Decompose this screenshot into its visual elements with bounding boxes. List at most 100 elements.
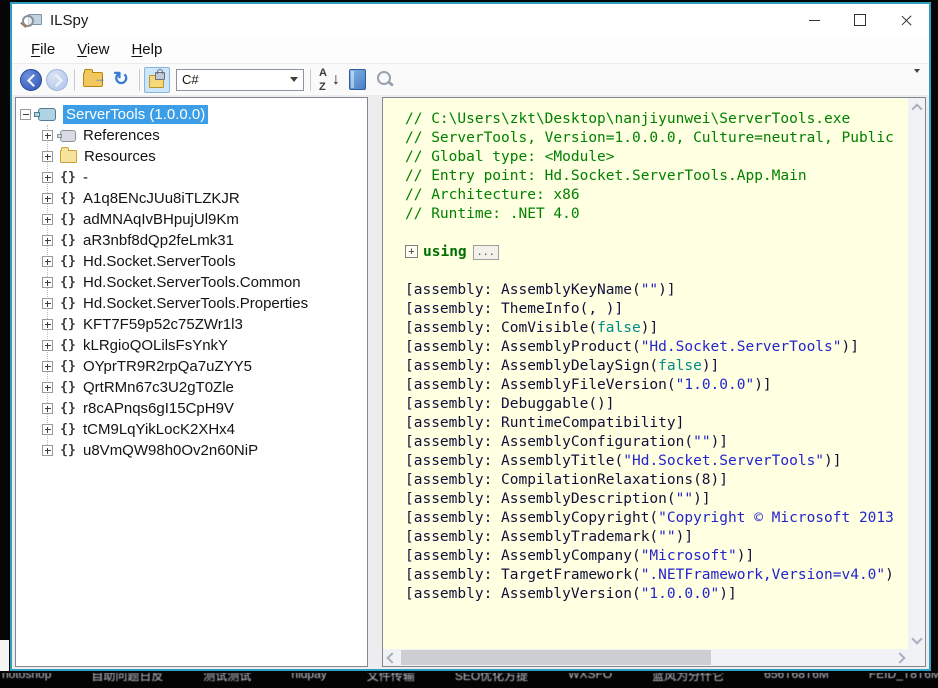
fold-expand-icon[interactable]: + — [405, 245, 418, 258]
tree-item[interactable]: {} aR3nbf8dQp2feLmk31 — [16, 230, 367, 251]
code-line: [assembly: AssemblyTrademark("")] — [405, 529, 694, 545]
menu-help[interactable]: Help — [120, 41, 173, 58]
vertical-scrollbar[interactable] — [908, 98, 925, 649]
tree-item-label[interactable]: References — [83, 127, 160, 144]
menu-file[interactable]: File — [20, 41, 66, 58]
lock-icon — [155, 68, 165, 80]
expand-icon[interactable] — [42, 193, 53, 204]
tree-item-label[interactable]: QrtRMn67c3U2gT0Zle — [83, 379, 234, 396]
forward-button[interactable] — [46, 68, 68, 91]
tree-item-label[interactable]: tCM9LqYikLocK2XHx4 — [83, 421, 235, 438]
tree-item[interactable]: {} r8cAPnqs6gI15CpH9V — [16, 398, 367, 419]
tree-item-label[interactable]: r8cAPnqs6gI15CpH9V — [83, 400, 234, 417]
tree-item[interactable]: {} QrtRMn67c3U2gT0Zle — [16, 377, 367, 398]
tree-item[interactable]: {} - — [16, 167, 367, 188]
assembly-icon — [34, 108, 56, 121]
tree-item[interactable]: References — [16, 125, 367, 146]
code-line: [assembly: AssemblyDelaySign(false)] — [405, 358, 720, 374]
ns-icon: {} — [60, 358, 76, 374]
tree-item[interactable]: {} Hd.Socket.ServerTools.Common — [16, 272, 367, 293]
code-line: [assembly: Debuggable()] — [405, 396, 615, 412]
wordwrap-button[interactable] — [344, 68, 370, 92]
expand-icon[interactable] — [42, 298, 53, 309]
code-line: [assembly: AssemblyTitle("Hd.Socket.Serv… — [405, 453, 842, 469]
open-file-button[interactable]: → — [80, 68, 106, 92]
expand-icon[interactable] — [42, 277, 53, 288]
expand-icon[interactable] — [42, 256, 53, 267]
taskbar-text-fragment: hotoshop — [2, 673, 52, 681]
scroll-down-button[interactable] — [908, 630, 925, 647]
close-button[interactable] — [883, 4, 929, 36]
tree-item-label[interactable]: Hd.Socket.ServerTools.Common — [83, 274, 301, 291]
tree-item-label[interactable]: Hd.Socket.ServerTools — [83, 253, 236, 270]
tree-item[interactable]: {} adMNAqIvBHpujUl9Km — [16, 209, 367, 230]
back-button[interactable] — [20, 68, 42, 91]
back-arrow-icon — [27, 73, 40, 87]
tree-item-label[interactable]: A1q8ENcJUu8iTLZKJR — [83, 190, 240, 207]
chevron-right-icon — [893, 651, 906, 664]
code-line: [assembly: AssemblyKeyName("")] — [405, 282, 676, 298]
expand-icon[interactable] — [42, 382, 53, 393]
maximize-button[interactable] — [837, 4, 883, 36]
tree-item[interactable]: Resources — [16, 146, 367, 167]
tree-item-label[interactable]: OYprTR9R2rpQa7uZYY5 — [83, 358, 252, 375]
scroll-left-button[interactable] — [383, 649, 400, 666]
scroll-up-button[interactable] — [908, 100, 925, 117]
collapse-icon[interactable] — [20, 109, 31, 120]
tree-item-label[interactable]: Hd.Socket.ServerTools.Properties — [83, 295, 308, 312]
tree-item[interactable]: {} A1q8ENcJUu8iTLZKJR — [16, 188, 367, 209]
sort-assemblies-button[interactable]: A Z ↓ — [316, 66, 342, 93]
tree-item[interactable]: {} Hd.Socket.ServerTools.Properties — [16, 293, 367, 314]
code-line: // Architecture: x86 — [405, 187, 580, 203]
minimize-button[interactable] — [791, 4, 837, 36]
expand-icon[interactable] — [42, 172, 53, 183]
minimize-icon — [808, 19, 820, 21]
tree-item[interactable]: {} Hd.Socket.ServerTools — [16, 251, 367, 272]
horizontal-scrollbar[interactable] — [383, 649, 908, 666]
collapsed-region-dots[interactable]: ... — [472, 245, 499, 260]
code-view[interactable]: // C:\Users\zkt\Desktop\nanjiyunwei\Serv… — [383, 98, 908, 649]
code-line: [assembly: ComVisible(false)] — [405, 320, 659, 336]
search-icon — [374, 69, 396, 91]
tree-item-label[interactable]: Resources — [84, 148, 156, 165]
tree-item[interactable]: {} KFT7F59p52c75ZWr1l3 — [16, 314, 367, 335]
tree-item-label[interactable]: adMNAqIvBHpujUl9Km — [83, 211, 239, 228]
code-line: [assembly: AssemblyFileVersion("1.0.0.0"… — [405, 377, 772, 393]
maximize-icon — [854, 14, 866, 26]
expand-icon[interactable] — [42, 214, 53, 225]
menu-view[interactable]: View — [66, 41, 120, 58]
tree-item[interactable]: {} u8VmQW98h0Ov2n60NiP — [16, 440, 367, 461]
tree-item-label[interactable]: KFT7F59p52c75ZWr1l3 — [83, 316, 243, 333]
code-line: // Runtime: .NET 4.0 — [405, 206, 580, 222]
expand-icon[interactable] — [42, 151, 53, 162]
tree-item-label[interactable]: aR3nbf8dQp2feLmk31 — [83, 232, 234, 249]
ns-icon: {} — [60, 190, 76, 206]
expand-icon[interactable] — [42, 424, 53, 435]
tree-item[interactable]: {} tCM9LqYikLocK2XHx4 — [16, 419, 367, 440]
title-bar: ILSpy — [12, 4, 929, 36]
scroll-right-button[interactable] — [891, 649, 908, 666]
expand-icon[interactable] — [42, 130, 53, 141]
expand-icon[interactable] — [42, 403, 53, 414]
expand-icon[interactable] — [42, 340, 53, 351]
chevron-down-icon — [910, 632, 923, 645]
horizontal-scroll-thumb[interactable] — [401, 650, 711, 665]
tree-item[interactable]: {} kLRgioQOLilsFsYnkY — [16, 335, 367, 356]
expand-icon[interactable] — [42, 445, 53, 456]
tree-item-label[interactable]: - — [83, 169, 88, 186]
tree-item-label[interactable]: ServerTools (1.0.0.0) — [63, 105, 209, 124]
expand-icon[interactable] — [42, 361, 53, 372]
tree-item-label[interactable]: u8VmQW98h0Ov2n60NiP — [83, 442, 258, 459]
expand-icon[interactable] — [42, 235, 53, 246]
expand-icon[interactable] — [42, 319, 53, 330]
using-keyword: using — [423, 244, 467, 260]
tree-item[interactable]: {} OYprTR9R2rpQa7uZYY5 — [16, 356, 367, 377]
toolbar-overflow-button[interactable] — [911, 69, 923, 91]
refresh-button[interactable]: ↻ — [108, 68, 134, 92]
search-button[interactable] — [372, 68, 398, 92]
open-from-gac-button[interactable] — [144, 66, 170, 93]
sort-az-icon: A Z ↓ — [319, 66, 340, 93]
language-combobox[interactable]: C# — [176, 68, 304, 91]
tree-item-label[interactable]: kLRgioQOLilsFsYnkY — [83, 337, 228, 354]
tree-item[interactable]: ServerTools (1.0.0.0) — [16, 104, 367, 125]
